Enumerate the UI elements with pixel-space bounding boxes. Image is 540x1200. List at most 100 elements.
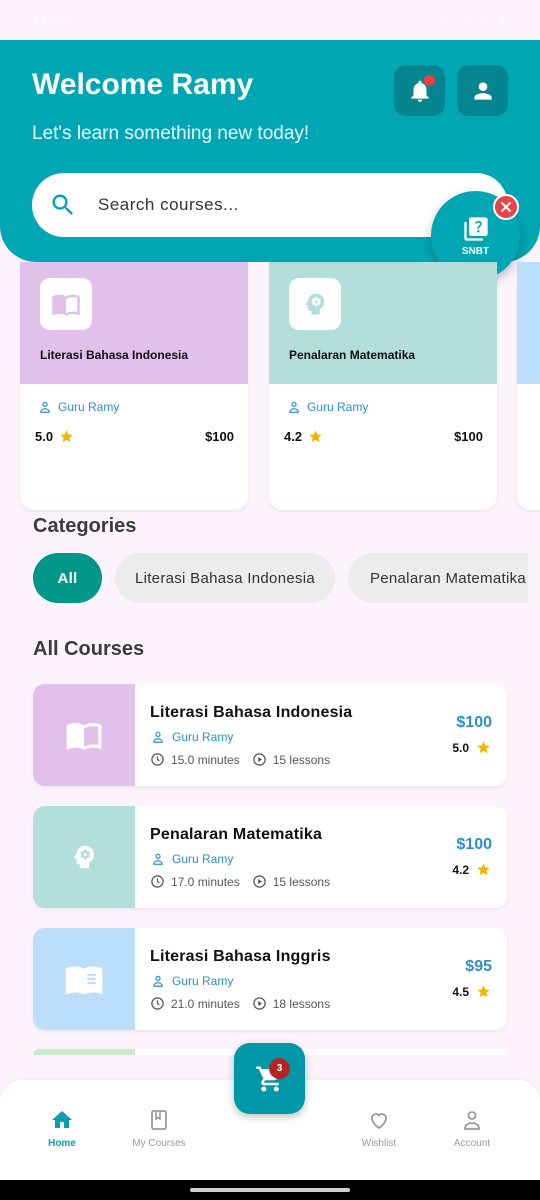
book-text-icon	[65, 966, 103, 995]
brain-gear-icon	[73, 845, 94, 869]
course-title: Penalaran Matematika	[150, 826, 323, 843]
star-icon	[309, 430, 322, 443]
featured-card-peek[interactable]	[517, 262, 540, 510]
instructor-name: Guru Ramy	[307, 400, 369, 414]
person-icon	[153, 853, 163, 865]
status-time: 11:56	[32, 11, 70, 28]
instructor-name: Guru Ramy	[172, 730, 234, 744]
course-instructor: Guru Ramy	[151, 730, 233, 744]
instructor-name: Guru Ramy	[172, 852, 234, 866]
course-duration: 15.0 minutes	[171, 752, 240, 767]
notification-button[interactable]	[394, 65, 445, 116]
rating-value: 4.5	[452, 984, 469, 999]
course-rating: 4.2	[452, 862, 491, 877]
star-icon	[477, 863, 490, 876]
book-open-icon	[52, 294, 80, 316]
person-icon	[289, 401, 299, 413]
snbt-label: SNBT	[461, 245, 490, 257]
clock-icon	[151, 875, 164, 888]
notification-dot	[424, 75, 435, 86]
course-instructor: Guru Ramy	[151, 974, 233, 988]
nav-home-label: Home	[48, 1138, 76, 1149]
rating-value: 4.2	[452, 862, 469, 877]
featured-carousel[interactable]: Literasi Bahasa Indonesia Guru Ramy 5.0 …	[0, 262, 540, 512]
nav-my-courses-label: My Courses	[132, 1138, 186, 1149]
instructor-name: Guru Ramy	[172, 974, 234, 988]
course-thumbnail	[33, 684, 135, 786]
search-input[interactable]	[98, 187, 428, 223]
category-chip-all[interactable]: All	[33, 553, 102, 603]
status-icons: ◐ ◎ ▾ ▴ ▮	[420, 12, 510, 29]
featured-card-banner: Literasi Bahasa Indonesia	[20, 262, 248, 384]
system-nav-bar	[0, 1180, 540, 1200]
course-thumbnail	[33, 928, 135, 1030]
course-card[interactable]: Literasi Bahasa Inggris Guru Ramy 21.0 m…	[33, 928, 507, 1030]
course-rating: 5.0	[452, 740, 491, 755]
nav-my-courses[interactable]: My Courses	[119, 1108, 199, 1149]
page-title: Welcome Ramy	[32, 68, 254, 101]
featured-card-instructor: Guru Ramy	[287, 400, 368, 414]
course-price: $100	[456, 714, 492, 731]
featured-card-title: Literasi Bahasa Indonesia	[40, 348, 189, 362]
star-icon	[477, 741, 490, 754]
course-card[interactable]: Penalaran Matematika Guru Ramy 17.0 minu…	[33, 806, 507, 908]
featured-card[interactable]: Literasi Bahasa Indonesia Guru Ramy 5.0 …	[20, 262, 248, 510]
cart-button[interactable]	[234, 1043, 305, 1114]
featured-card-instructor: Guru Ramy	[38, 400, 119, 414]
featured-card-banner: Penalaran Matematika	[269, 262, 497, 384]
course-card[interactable]: Literasi Bahasa Indonesia Guru Ramy 15.0…	[33, 684, 507, 786]
featured-card-rating: 4.2	[284, 429, 323, 444]
quiz-book-icon	[463, 216, 488, 241]
category-chips[interactable]: All Literasi Bahasa Indonesia Penalaran …	[0, 553, 528, 605]
person-icon	[153, 731, 163, 743]
featured-card-price: $100	[205, 429, 234, 444]
play-circle-icon	[252, 875, 266, 888]
person-icon	[40, 401, 50, 413]
brain-gear-icon	[305, 293, 325, 315]
course-rating: 4.5	[452, 984, 491, 999]
featured-card-icon-box	[40, 278, 92, 330]
category-chip-literasi[interactable]: Literasi Bahasa Indonesia	[115, 553, 335, 603]
nav-home[interactable]: Home	[22, 1108, 102, 1149]
heart-icon	[371, 1113, 387, 1130]
course-duration: 17.0 minutes	[171, 874, 240, 889]
gesture-handle[interactable]	[190, 1188, 350, 1192]
featured-card-rating: 5.0	[35, 429, 74, 444]
book-icon	[151, 1110, 167, 1130]
all-courses-title: All Courses	[33, 638, 145, 660]
course-thumbnail	[33, 1049, 135, 1055]
book-open-icon	[66, 723, 102, 751]
rating-value: 5.0	[35, 429, 54, 444]
profile-button[interactable]	[457, 65, 508, 116]
course-instructor: Guru Ramy	[151, 852, 233, 866]
featured-card-price: $100	[454, 429, 483, 444]
course-title: Literasi Bahasa Inggris	[150, 948, 331, 965]
close-icon	[501, 202, 511, 212]
home-icon	[52, 1111, 72, 1128]
featured-card[interactable]: Penalaran Matematika Guru Ramy 4.2 $100	[269, 262, 497, 510]
course-price: $100	[456, 836, 492, 853]
course-lessons: 15 lessons	[272, 752, 331, 767]
play-circle-icon	[252, 753, 266, 766]
search-icon	[52, 194, 73, 215]
course-thumbnail	[33, 806, 135, 908]
course-title: Literasi Bahasa Indonesia	[150, 704, 353, 721]
cart-count-badge: 3	[269, 1058, 290, 1079]
play-circle-icon	[252, 997, 266, 1010]
featured-card-icon-box	[289, 278, 341, 330]
course-lessons: 15 lessons	[272, 874, 331, 889]
nav-wishlist[interactable]: Wishlist	[339, 1108, 419, 1149]
snbt-close-button[interactable]	[493, 194, 519, 220]
person-icon	[153, 975, 163, 987]
course-lessons: 18 lessons	[272, 996, 331, 1011]
category-chip-penalaran[interactable]: Penalaran Matematika	[348, 553, 528, 603]
rating-value: 4.2	[284, 429, 303, 444]
featured-card-title: Penalaran Matematika	[289, 348, 416, 362]
featured-card-banner	[517, 262, 540, 384]
star-icon	[60, 430, 73, 443]
nav-account[interactable]: Account	[432, 1108, 512, 1149]
categories-title: Categories	[33, 515, 137, 537]
instructor-name: Guru Ramy	[58, 400, 120, 414]
course-price: $95	[465, 958, 492, 975]
nav-wishlist-label: Wishlist	[361, 1138, 397, 1149]
